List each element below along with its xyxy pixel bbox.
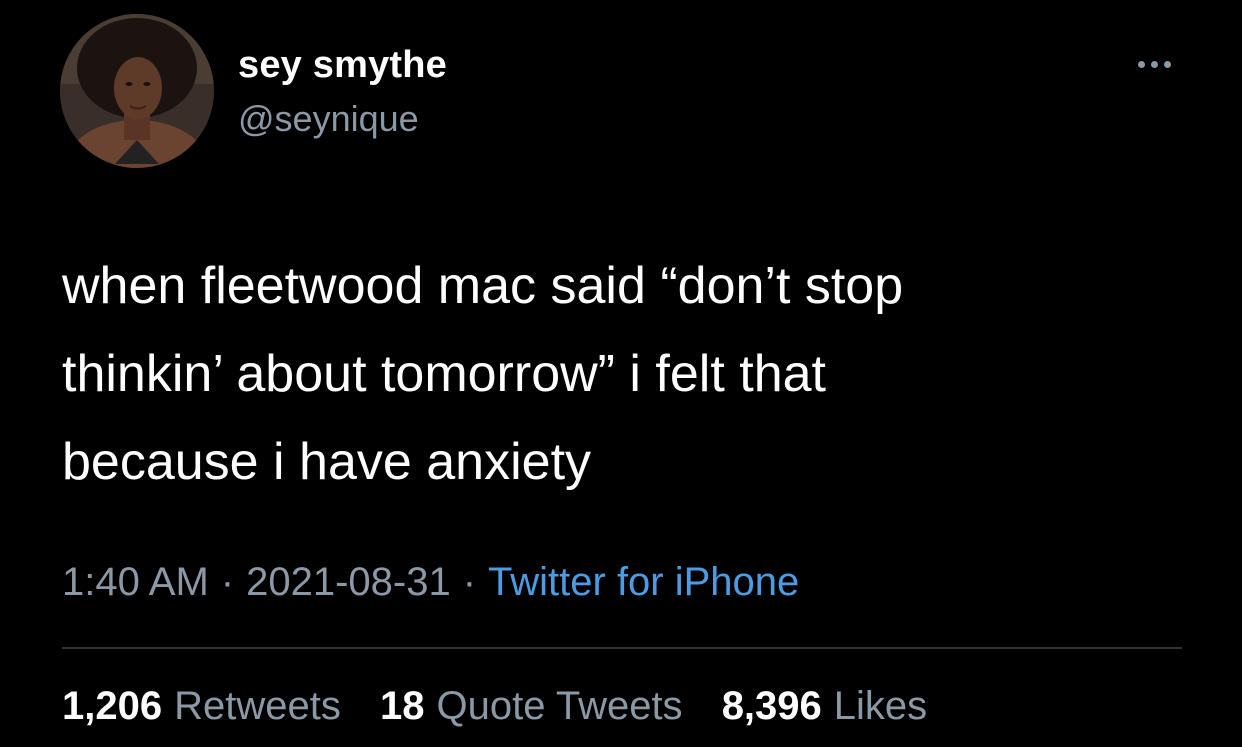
more-dot xyxy=(1163,60,1171,68)
divider xyxy=(62,647,1182,649)
quote-tweets-stat[interactable]: 18 Quote Tweets xyxy=(380,684,683,728)
tweet-date[interactable]: 2021-08-31 xyxy=(246,560,451,604)
tweet-text-line: thinkin’ about tomorrow” i felt that xyxy=(62,345,826,403)
tweet-card: sey smythe @seynique when fleetwood mac … xyxy=(0,0,1242,747)
tweet-text: when fleetwood mac said “don’t stop thin… xyxy=(62,242,1182,506)
retweets-count: 1,206 xyxy=(62,684,163,728)
quote-tweets-label: Quote Tweets xyxy=(436,684,683,728)
user-handle[interactable]: @seynique xyxy=(238,98,419,140)
retweets-stat[interactable]: 1,206 Retweets xyxy=(62,684,341,728)
tweet-text-line: when fleetwood mac said “don’t stop xyxy=(62,257,904,315)
more-dot xyxy=(1137,60,1145,68)
avatar[interactable] xyxy=(60,14,214,168)
display-name[interactable]: sey smythe xyxy=(238,44,447,87)
retweets-label: Retweets xyxy=(174,684,341,728)
tweet-meta: 1:40 AM · 2021-08-31 · Twitter for iPhone xyxy=(62,560,799,605)
more-options-icon[interactable] xyxy=(1126,52,1182,76)
tweet-stats: 1,206 Retweets 18 Quote Tweets 8,396 Likes xyxy=(62,684,955,729)
tweet-text-line: because i have anxiety xyxy=(62,433,592,491)
more-dot xyxy=(1150,60,1158,68)
likes-stat[interactable]: 8,396 Likes xyxy=(722,684,928,728)
likes-label: Likes xyxy=(833,684,928,728)
profile-photo-icon xyxy=(60,14,214,168)
meta-separator: · xyxy=(462,560,477,604)
quote-tweets-count: 18 xyxy=(379,684,425,728)
meta-separator: · xyxy=(220,560,235,604)
tweet-time[interactable]: 1:40 AM xyxy=(62,560,209,604)
likes-count: 8,396 xyxy=(721,684,822,728)
tweet-source-link[interactable]: Twitter for iPhone xyxy=(488,560,799,604)
